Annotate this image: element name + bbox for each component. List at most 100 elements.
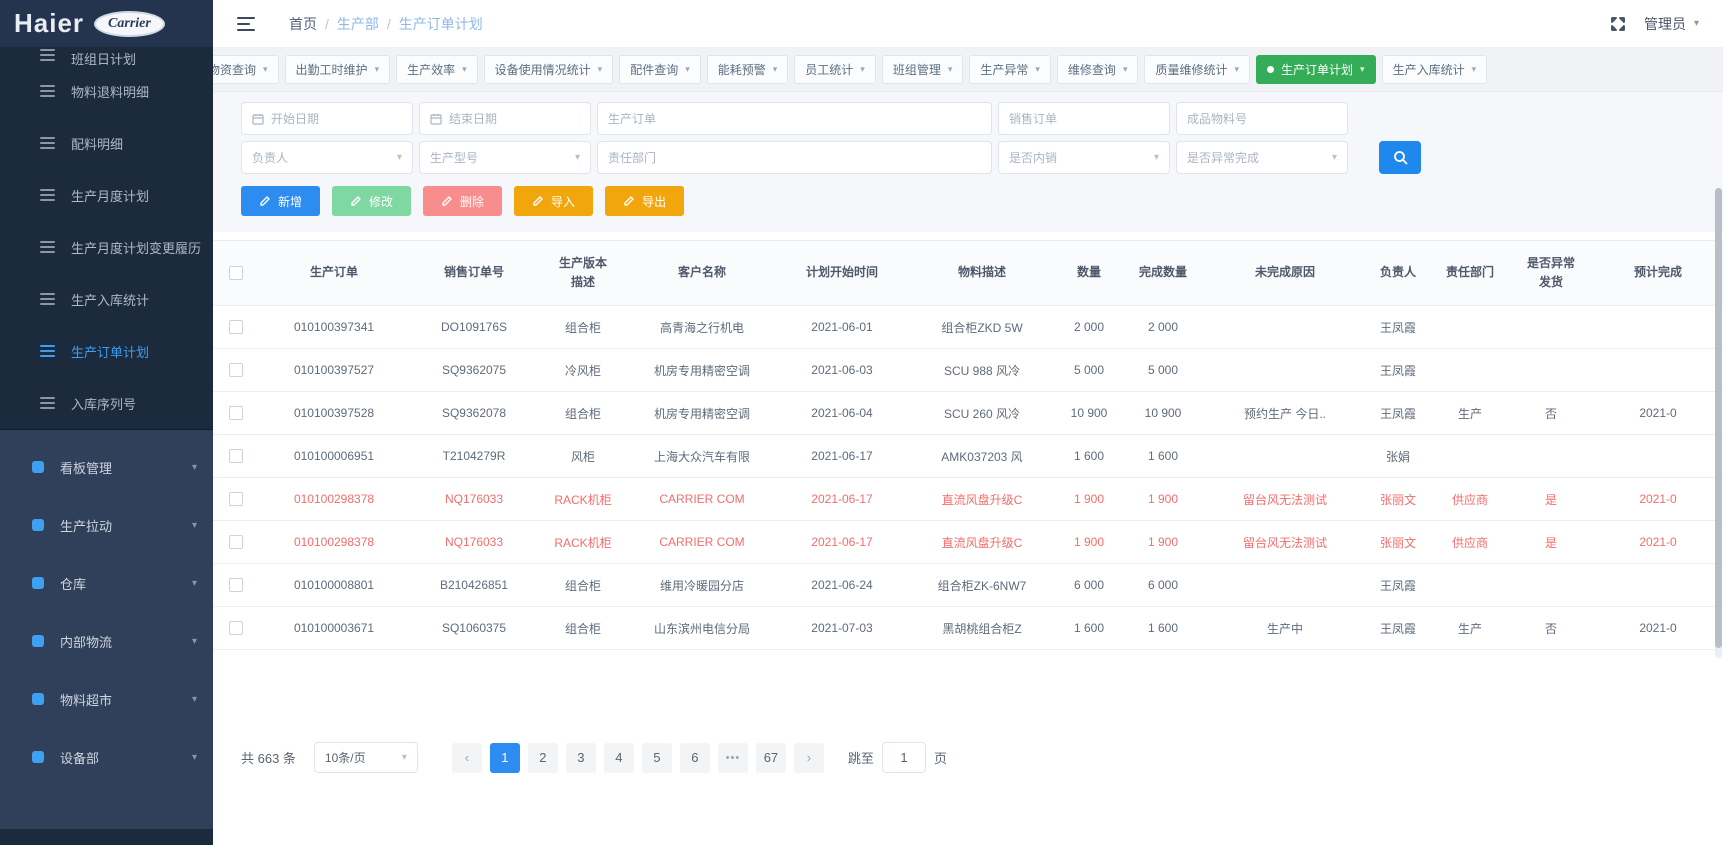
sidebar-menu-item[interactable]: 入库序列号	[0, 377, 213, 429]
owner-select[interactable]: 负责人 ▾	[241, 141, 413, 174]
page-tab[interactable]: 维修查询 ▾	[1057, 55, 1139, 84]
list-icon	[40, 293, 55, 305]
action-button[interactable]: 修改	[332, 186, 411, 216]
page-tab[interactable]: 质量维修统计 ▾	[1144, 55, 1250, 84]
table-row[interactable]: 010100397341DO109176S组合柜高青海之行机电2021-06-0…	[213, 306, 1723, 349]
sidebar-group-item[interactable]: 仓库 ▾	[0, 554, 213, 612]
page-tab[interactable]: 能耗预警 ▾	[707, 55, 789, 84]
fullscreen-icon[interactable]	[1610, 16, 1626, 32]
sales-order-field[interactable]	[998, 102, 1170, 135]
select-all-checkbox[interactable]	[229, 266, 243, 280]
table-row[interactable]: 010100298378NQ176033RACK机柜CARRIER COM202…	[213, 478, 1723, 521]
action-button[interactable]: 删除	[423, 186, 502, 216]
page-tab[interactable]: 班组管理 ▾	[882, 55, 964, 84]
sidebar-menu-item[interactable]: 生产入库统计	[0, 273, 213, 325]
material-no-field[interactable]	[1176, 102, 1348, 135]
row-checkbox[interactable]	[229, 320, 243, 334]
logo-bar: Haier Carrier	[0, 0, 213, 47]
breadcrumb-dept[interactable]: 生产部	[337, 14, 379, 34]
table-row[interactable]: 010100003671SQ1060375组合柜山东滨州电信分局2021-07-…	[213, 607, 1723, 650]
page-tab[interactable]: 设备使用情况统计 ▾	[484, 55, 614, 84]
page-tab[interactable]: 生产异常 ▾	[969, 55, 1051, 84]
sidebar-group-item[interactable]: 内部物流 ▾	[0, 612, 213, 670]
row-checkbox[interactable]	[229, 449, 243, 463]
abnormal-done-select[interactable]: 是否异常完成 ▾	[1176, 141, 1348, 174]
table-row[interactable]: 010100397527SQ9362075冷风柜机房专用精密空调2021-06-…	[213, 349, 1723, 392]
action-button[interactable]: 导出	[605, 186, 684, 216]
table-row[interactable]: 010100008801B210426851组合柜维用冷暖园分店2021-06-…	[213, 564, 1723, 607]
table-row[interactable]: 010100006011DO1063076冷藏Q柜青岛海尔空调电2021-07-…	[213, 650, 1723, 664]
row-checkbox[interactable]	[229, 621, 243, 635]
action-button[interactable]: 导入	[514, 186, 593, 216]
page-tab[interactable]: 生产效率 ▾	[396, 55, 478, 84]
sidebar-menu-item[interactable]: 物料退料明细	[0, 65, 213, 117]
page-size-select[interactable]: 10条/页 ▾	[314, 742, 418, 773]
next-page-button[interactable]: ›	[794, 743, 824, 773]
material-no-input[interactable]	[1187, 112, 1337, 126]
page-number-button[interactable]: 2	[528, 743, 558, 773]
row-checkbox[interactable]	[229, 492, 243, 506]
search-button[interactable]	[1379, 141, 1421, 174]
sidebar-group-item[interactable]: 看板管理 ▾	[0, 438, 213, 496]
page-tab[interactable]: 生产入库统计 ▾	[1382, 55, 1488, 84]
menu-toggle-icon[interactable]	[237, 17, 255, 31]
domestic-select[interactable]: 是否内销 ▾	[998, 141, 1170, 174]
page-tab[interactable]: 配件查询 ▾	[619, 55, 701, 84]
sidebar-menu-item[interactable]: 配料明细	[0, 117, 213, 169]
page-tab[interactable]: 物资查询 ▾	[213, 55, 279, 84]
page-tab[interactable]: 员工统计 ▾	[794, 55, 876, 84]
table-cell: 高青海之行机电	[627, 306, 777, 348]
table-row[interactable]: 010100006951T2104279R风柜上海大众汽车有限2021-06-1…	[213, 435, 1723, 478]
production-order-field[interactable]	[597, 102, 992, 135]
breadcrumb-page[interactable]: 生产订单计划	[399, 14, 483, 34]
action-button[interactable]: 新增	[241, 186, 320, 216]
vertical-scrollbar-thumb[interactable]	[1715, 188, 1722, 648]
row-checkbox-cell	[213, 650, 259, 664]
row-checkbox[interactable]	[229, 535, 243, 549]
table-row[interactable]: 010100397528SQ9362078组合柜机房专用精密空调2021-06-…	[213, 392, 1723, 435]
folder-dot-icon	[32, 635, 44, 647]
sidebar-item-label: 入库序列号	[71, 394, 136, 413]
page-number-button[interactable]: 3	[566, 743, 596, 773]
table-cell	[1431, 349, 1509, 391]
vertical-scrollbar[interactable]	[1715, 188, 1722, 658]
page-number-button[interactable]: 6	[680, 743, 710, 773]
table-cell: SCU 260 风冷	[907, 392, 1057, 434]
sidebar-group-item[interactable]: 生产拉动 ▾	[0, 496, 213, 554]
page-number-button[interactable]: 4	[604, 743, 634, 773]
sidebar-menu-item[interactable]: 生产月度计划变更履历	[0, 221, 213, 273]
start-date-field[interactable]	[241, 102, 413, 135]
page-number-button[interactable]: 1	[490, 743, 520, 773]
production-order-input[interactable]	[608, 112, 981, 126]
page-tab[interactable]: 出勤工时维护 ▾	[285, 55, 391, 84]
start-date-input[interactable]	[271, 112, 402, 126]
jump-page-input[interactable]	[882, 742, 926, 773]
table-cell: 直流风盘升级C	[907, 478, 1057, 520]
table-cell: 预约生产 今日..	[1205, 392, 1365, 434]
row-checkbox[interactable]	[229, 363, 243, 377]
model-select[interactable]: 生产型号 ▾	[419, 141, 591, 174]
row-checkbox[interactable]	[229, 406, 243, 420]
sidebar-group-item[interactable]: 物料超市 ▾	[0, 670, 213, 728]
end-date-field[interactable]	[419, 102, 591, 135]
breadcrumb-home[interactable]: 首页	[289, 14, 317, 34]
end-date-input[interactable]	[449, 112, 580, 126]
last-page-button[interactable]: 67	[756, 743, 786, 773]
user-menu[interactable]: 管理员	[1644, 14, 1686, 34]
chevron-down-icon[interactable]: ▾	[1694, 18, 1699, 29]
sidebar-item-label: 生产月度计划变更履历	[71, 238, 201, 257]
prev-page-button[interactable]: ‹	[452, 743, 482, 773]
department-field[interactable]	[597, 141, 992, 174]
sidebar-group-item[interactable]: 设备部 ▾	[0, 728, 213, 786]
page-number-button[interactable]: 5	[642, 743, 672, 773]
row-checkbox[interactable]	[229, 578, 243, 592]
department-input[interactable]	[608, 151, 981, 165]
sidebar-menu-item[interactable]: 生产订单计划	[0, 325, 213, 377]
table-row[interactable]: 010100298378NQ176033RACK机柜CARRIER COM202…	[213, 521, 1723, 564]
sidebar-menu-item[interactable]: 班组日计划	[0, 49, 213, 65]
more-pages-icon[interactable]: •••	[718, 743, 748, 773]
sidebar-menu-item[interactable]: 生产月度计划	[0, 169, 213, 221]
page-tab[interactable]: 生产订单计划 ▾	[1256, 55, 1376, 84]
sales-order-input[interactable]	[1009, 112, 1159, 126]
table-cell	[1593, 349, 1723, 391]
